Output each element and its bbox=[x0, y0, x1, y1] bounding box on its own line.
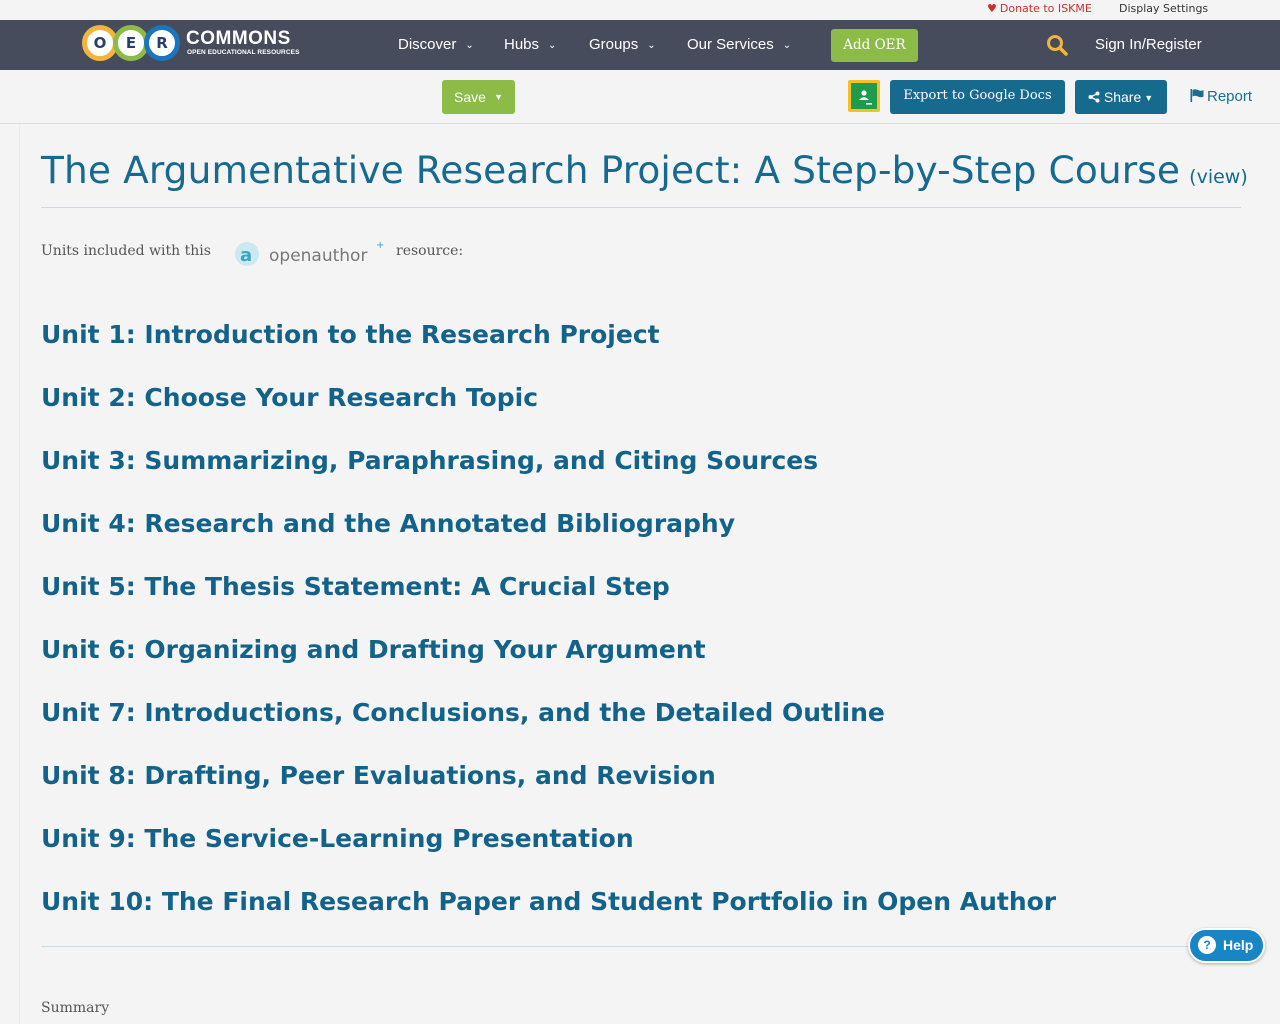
unit-link[interactable]: Unit 4: Research and the Annotated Bibli… bbox=[41, 504, 1241, 567]
search-icon[interactable] bbox=[1046, 34, 1068, 56]
classroom-board bbox=[851, 83, 877, 109]
oer-commons-logo[interactable]: O E R COMMONS OPEN EDUCATIONAL RESOURCES bbox=[82, 25, 299, 61]
save-button[interactable]: Save ▼ bbox=[442, 80, 515, 114]
chevron-down-icon: ⌄ bbox=[548, 40, 557, 51]
unit-link[interactable]: Unit 1: Introduction to the Research Pro… bbox=[41, 315, 1241, 378]
help-button[interactable]: ? Help bbox=[1188, 928, 1265, 963]
open-author-logo: a openauthor + bbox=[235, 240, 384, 266]
donate-label: Donate to ISKME bbox=[999, 2, 1092, 15]
nav-discover[interactable]: Discover ⌄ bbox=[398, 36, 474, 53]
add-oer-button[interactable]: Add OER bbox=[831, 29, 918, 62]
unit-link[interactable]: Unit 8: Drafting, Peer Evaluations, and … bbox=[41, 756, 1241, 819]
sign-in-register-link[interactable]: Sign In/Register bbox=[1095, 36, 1202, 53]
logo-letter-r: R bbox=[144, 25, 180, 61]
unit-link[interactable]: Unit 10: The Final Research Paper and St… bbox=[41, 882, 1241, 945]
chevron-down-icon: ⌄ bbox=[647, 40, 656, 51]
report-link[interactable]: Report bbox=[1190, 88, 1252, 105]
heart-icon: ♥ bbox=[987, 2, 997, 15]
caret-down-icon: ▼ bbox=[1144, 93, 1154, 103]
share-label: Share bbox=[1103, 89, 1142, 105]
logo-subtitle: OPEN EDUCATIONAL RESOURCES bbox=[187, 49, 300, 56]
units-included-post: resource: bbox=[396, 243, 464, 259]
resource-toolbar: Save ▼ Export to Google Docs Share ▼ Repor… bbox=[0, 70, 1280, 124]
report-label: Report bbox=[1207, 88, 1253, 105]
main-navbar: O E R COMMONS OPEN EDUCATIONAL RESOURCES… bbox=[0, 20, 1280, 70]
save-label: Save bbox=[454, 89, 486, 105]
nav-groups-label: Groups bbox=[589, 36, 639, 53]
section-divider bbox=[41, 946, 1241, 947]
google-classroom-icon[interactable] bbox=[848, 80, 880, 112]
open-author-wordmark: openauthor bbox=[269, 246, 367, 266]
svg-text:+: + bbox=[376, 240, 384, 251]
chevron-down-icon: ⌄ bbox=[782, 40, 792, 51]
unit-link[interactable]: Unit 2: Choose Your Research Topic bbox=[41, 378, 1241, 441]
nav-hubs[interactable]: Hubs ⌄ bbox=[504, 36, 556, 53]
caret-down-icon: ▼ bbox=[494, 92, 503, 102]
chevron-down-icon: ⌄ bbox=[465, 40, 474, 51]
units-included-pre: Units included with this bbox=[41, 243, 211, 259]
resource-title-row: The Argumentative Research Project: A St… bbox=[41, 148, 1248, 208]
svg-text:a: a bbox=[240, 245, 252, 266]
display-settings-link[interactable]: Display Settings bbox=[1119, 2, 1208, 15]
nav-our-services-label: Our Services bbox=[687, 36, 774, 53]
export-to-google-docs-button[interactable]: Export to Google Docs bbox=[890, 80, 1065, 114]
nav-our-services[interactable]: Our Services ⌄ bbox=[687, 36, 791, 53]
page-title: The Argumentative Research Project: A St… bbox=[41, 148, 1181, 192]
donate-link[interactable]: ♥ Donate to ISKME bbox=[987, 2, 1092, 15]
flag-icon bbox=[1190, 89, 1204, 102]
unit-link[interactable]: Unit 6: Organizing and Drafting Your Arg… bbox=[41, 630, 1241, 693]
help-label: Help bbox=[1223, 937, 1254, 953]
unit-list: Unit 1: Introduction to the Research Pro… bbox=[41, 315, 1241, 945]
nav-discover-label: Discover bbox=[398, 36, 457, 53]
share-button[interactable]: Share ▼ bbox=[1075, 80, 1167, 114]
unit-link[interactable]: Unit 5: The Thesis Statement: A Crucial … bbox=[41, 567, 1241, 630]
resource-content: The Argumentative Research Project: A St… bbox=[19, 124, 1261, 1024]
nav-hubs-label: Hubs bbox=[504, 36, 540, 53]
classroom-person-glyph bbox=[859, 90, 872, 105]
unit-link[interactable]: Unit 7: Introductions, Conclusions, and … bbox=[41, 693, 1241, 756]
share-icon bbox=[1088, 91, 1100, 103]
unit-link[interactable]: Unit 3: Summarizing, Paraphrasing, and C… bbox=[41, 441, 1241, 504]
view-link[interactable]: (view) bbox=[1189, 166, 1248, 188]
question-icon: ? bbox=[1198, 936, 1216, 954]
utility-bar: ♥ Donate to ISKME Display Settings bbox=[0, 0, 1280, 20]
unit-link[interactable]: Unit 9: The Service-Learning Presentatio… bbox=[41, 819, 1241, 882]
summary-heading: Summary bbox=[41, 1000, 110, 1016]
nav-groups[interactable]: Groups ⌄ bbox=[589, 36, 656, 53]
logo-brand: COMMONS bbox=[186, 28, 291, 49]
